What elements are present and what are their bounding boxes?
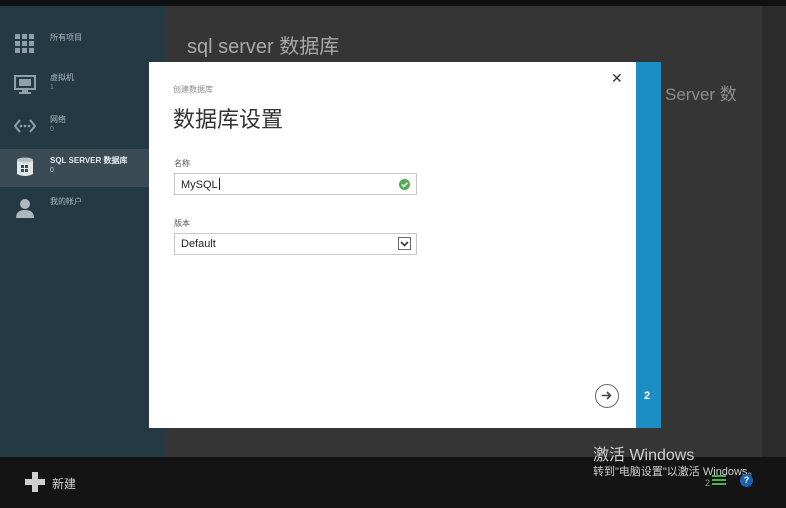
page-title: sql server 数据库 — [187, 36, 340, 58]
virtual-machine-icon — [14, 75, 36, 94]
notification-count: 2 — [705, 478, 711, 488]
step-indicator-bar: 2 — [636, 62, 661, 428]
sidebar-item-label: 虚拟机 — [50, 73, 74, 82]
sidebar-item-count: 1 — [50, 84, 54, 91]
sidebar-item-count: 0 — [50, 126, 54, 133]
database-icon — [17, 157, 33, 176]
step-number: 2 — [644, 390, 651, 402]
activation-watermark-title: 激活 Windows — [593, 447, 695, 464]
sidebar-item-count: 0 — [50, 167, 54, 174]
sidebar-item-label: 网络 — [50, 115, 66, 124]
chevron-down-icon[interactable] — [398, 237, 411, 250]
name-field-label: 名称 — [174, 159, 190, 168]
dialog-title: 数据库设置 — [173, 107, 284, 132]
sidebar-item-label: 所有项目 — [50, 33, 82, 42]
plus-icon — [25, 472, 45, 492]
sidebar-item-sql-databases[interactable]: SQL SERVER 数据库 0 — [0, 149, 165, 187]
dialog-subtitle: 创建数据库 — [173, 85, 213, 94]
version-select[interactable]: Default — [174, 233, 417, 255]
all-items-icon — [15, 34, 34, 53]
notifications-icon[interactable] — [712, 474, 726, 486]
sidebar-item-account[interactable]: 我的帐户 — [0, 190, 165, 228]
network-icon — [14, 119, 36, 133]
create-database-dialog: 创建数据库 数据库设置 ✕ 名称 MySQL 版本 Default — [149, 62, 636, 428]
check-circle-icon — [399, 179, 410, 190]
arrow-right-icon — [602, 391, 612, 400]
sidebar: 所有项目 虚拟机 1 网络 0 SQL SERVER 数据库 0 我的帐户 — [0, 6, 165, 457]
name-input-value: MySQL — [181, 178, 220, 191]
sidebar-item-all-items[interactable]: 所有项目 — [0, 26, 165, 64]
new-button-label: 新建 — [52, 477, 77, 491]
background-heading: Server 数 — [665, 85, 737, 104]
help-icon[interactable]: ? — [740, 474, 753, 487]
sidebar-item-label: 我的帐户 — [50, 197, 82, 206]
next-button[interactable] — [595, 384, 619, 408]
sidebar-item-virtual-machines[interactable]: 虚拟机 1 — [0, 66, 165, 104]
version-field-label: 版本 — [174, 219, 190, 228]
right-strip — [762, 6, 786, 457]
name-input[interactable]: MySQL — [174, 173, 417, 195]
sidebar-item-label: SQL SERVER 数据库 — [50, 156, 128, 165]
version-select-value: Default — [181, 238, 216, 250]
activation-watermark-text: 转到"电脑设置"以激活 Windows。 — [593, 466, 759, 478]
sidebar-item-network[interactable]: 网络 0 — [0, 108, 165, 146]
close-icon[interactable]: ✕ — [611, 70, 623, 87]
text-caret — [218, 178, 220, 190]
account-icon — [16, 199, 34, 218]
new-button[interactable]: 新建 — [25, 469, 105, 495]
